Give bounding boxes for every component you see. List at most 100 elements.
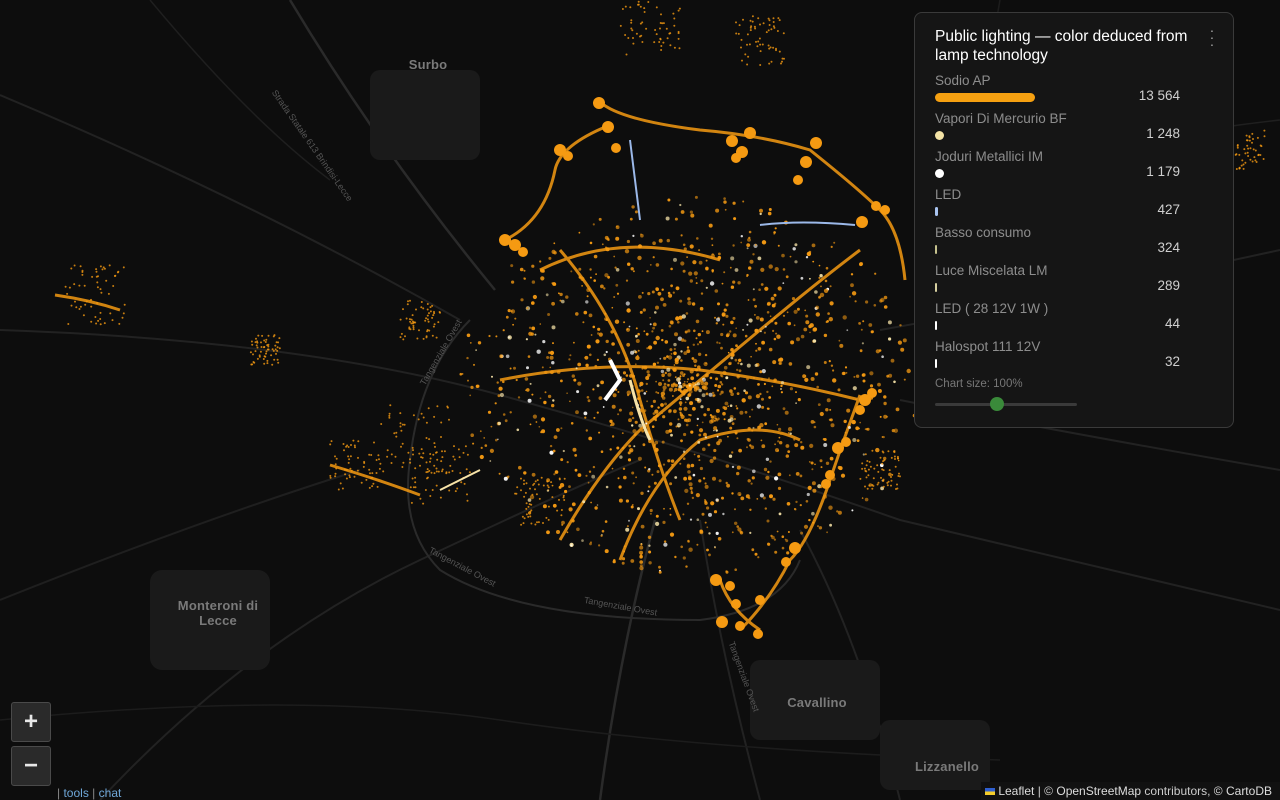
light-point: [708, 512, 712, 517]
light-point: [899, 475, 901, 478]
legend-item[interactable]: Sodio AP 13 564: [935, 73, 1213, 111]
light-point: [785, 275, 789, 279]
light-point: [615, 236, 620, 241]
light-point: [414, 467, 417, 470]
light-point: [251, 363, 254, 366]
legend-item[interactable]: Vapori Di Mercurio BF 1 248: [935, 111, 1213, 149]
light-point: [725, 314, 729, 318]
legend-item[interactable]: Luce Miscelata LM 289: [935, 263, 1213, 301]
light-point: [525, 513, 528, 516]
light-point: [692, 343, 695, 346]
carto-link[interactable]: © CartoDB: [1214, 784, 1272, 798]
light-point: [625, 279, 629, 282]
light-point: [694, 364, 697, 367]
slider-track[interactable]: [935, 403, 1077, 406]
light-point: [70, 304, 73, 307]
light-point: [829, 285, 832, 288]
light-point: [703, 413, 707, 417]
legend-item-count: 289: [1157, 278, 1180, 293]
light-point: [380, 423, 383, 425]
light-point: [266, 348, 269, 351]
light-point: [420, 306, 423, 309]
light-point: [596, 358, 600, 361]
legend-item[interactable]: LED 427: [935, 187, 1213, 225]
light-point: [712, 476, 716, 481]
light-point: [532, 294, 538, 300]
legend-item[interactable]: Joduri Metallici IM 1 179: [935, 149, 1213, 187]
light-point: [347, 446, 350, 448]
light-point: [721, 496, 724, 500]
light-point: [592, 223, 595, 226]
light-point: [639, 555, 643, 559]
light-point: [732, 333, 737, 338]
light-point: [842, 315, 847, 320]
light-point: [568, 485, 571, 488]
light-point: [521, 515, 524, 518]
light-point: [789, 432, 792, 435]
light-point: [670, 433, 673, 437]
legend-item[interactable]: Halospot 111 12V 32: [935, 339, 1213, 377]
osm-link[interactable]: OpenStreetMap: [1056, 784, 1141, 798]
light-point: [565, 295, 569, 299]
light-point: [846, 408, 851, 413]
light-point: [672, 367, 677, 372]
light-point: [705, 259, 708, 262]
light-point: [483, 437, 486, 439]
light-point: [698, 479, 702, 483]
light-point: [564, 489, 568, 494]
light-point: [531, 264, 535, 268]
light-point: [458, 456, 461, 459]
light-point: [702, 447, 706, 452]
light-point: [360, 481, 363, 484]
leaflet-link[interactable]: Leaflet: [998, 784, 1034, 798]
light-point: [78, 308, 81, 310]
light-point: [741, 59, 743, 62]
light-point: [749, 26, 752, 29]
light-point: [729, 404, 733, 408]
zoom-in-button[interactable]: +: [11, 702, 51, 742]
light-point: [818, 264, 821, 267]
light-point: [824, 279, 828, 283]
chat-link[interactable]: chat: [99, 786, 122, 800]
light-point: [402, 338, 405, 341]
light-point: [454, 490, 457, 493]
light-point: [693, 358, 698, 364]
light-point: [811, 481, 816, 486]
light-point: [583, 310, 588, 315]
legend-item[interactable]: Basso consumo 324: [935, 225, 1213, 263]
light-point: [585, 429, 588, 432]
light-point: [254, 350, 257, 353]
light-point: [575, 367, 578, 370]
light-point: [716, 435, 719, 438]
chart-size-slider[interactable]: [935, 396, 1077, 412]
light-point: [615, 268, 620, 272]
legend-item[interactable]: LED ( 28 12V 1W ) 44: [935, 301, 1213, 339]
tools-link[interactable]: tools: [63, 786, 88, 800]
light-point: [878, 349, 882, 352]
light-point: [729, 330, 732, 333]
light-point: [660, 403, 664, 407]
light-point: [536, 521, 538, 524]
zoom-out-button[interactable]: −: [11, 746, 51, 786]
light-point: [660, 297, 664, 302]
light-point: [432, 453, 435, 456]
light-point: [510, 264, 514, 268]
light-point: [719, 381, 723, 384]
light-point: [420, 412, 423, 415]
light-point: [646, 370, 650, 374]
light-point: [428, 438, 431, 441]
slider-thumb[interactable]: [990, 397, 1004, 411]
light-point: [736, 525, 739, 528]
vertical-dots-icon[interactable]: · · ·: [1209, 23, 1215, 51]
light-point: [662, 303, 667, 307]
light-point: [756, 45, 759, 48]
light-point: [861, 462, 864, 465]
light-point: [609, 424, 612, 427]
light-point: [751, 429, 754, 432]
light-point: [112, 285, 115, 287]
light-point: [715, 498, 719, 502]
light-point: [891, 474, 894, 476]
light-point: [529, 423, 532, 426]
light-point: [593, 279, 596, 282]
light-point: [720, 332, 724, 337]
